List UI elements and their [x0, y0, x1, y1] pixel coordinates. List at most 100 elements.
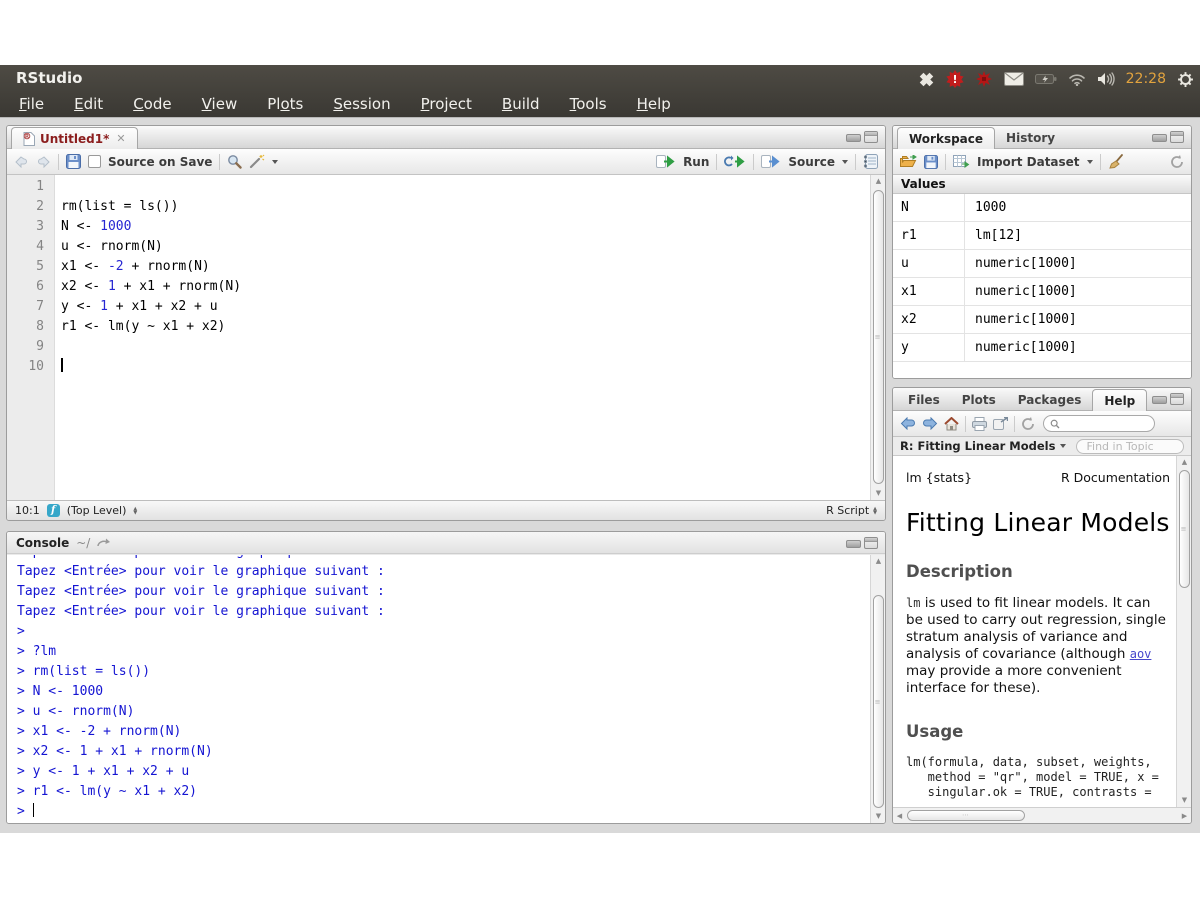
source-toolbar: Source on Save Run Source — [7, 149, 885, 175]
source-statusbar: 10:1 f (Top Level) ▲▼ R Script ▲▼ — [7, 500, 885, 520]
burst-icon[interactable] — [975, 70, 993, 88]
variable-name: x1 — [893, 278, 965, 305]
close-icon[interactable]: ✕ — [116, 132, 125, 145]
tab-packages[interactable]: Packages — [1007, 390, 1093, 410]
wifi-icon[interactable] — [1068, 73, 1086, 86]
save-icon[interactable] — [66, 154, 81, 169]
session-gear-icon[interactable] — [1177, 71, 1194, 88]
help-package-label: lm {stats} — [906, 470, 972, 485]
home-icon[interactable] — [944, 417, 959, 431]
workspace-row[interactable]: ynumeric[1000] — [893, 334, 1191, 362]
battery-icon[interactable] — [1035, 73, 1057, 85]
help-vscrollbar[interactable]: ▲ ≡ ▼ — [1176, 456, 1191, 807]
clear-workspace-broom-icon[interactable] — [1108, 154, 1124, 169]
alert-icon[interactable]: ! — [946, 70, 964, 88]
mail-icon[interactable] — [1004, 72, 1024, 86]
menu-plots[interactable]: Plots — [252, 92, 318, 116]
console-line: Tapez <Entrée> pour voir le graphique su… — [17, 562, 870, 582]
console-line: > — [17, 622, 870, 642]
help-forward-icon[interactable] — [922, 417, 938, 430]
source-file-icon[interactable] — [761, 155, 781, 168]
maximize-pane-icon[interactable] — [864, 131, 878, 143]
menu-view[interactable]: View — [187, 92, 253, 116]
line-number: 6 — [7, 277, 44, 297]
aov-link[interactable]: aov — [1130, 647, 1152, 661]
refresh-icon[interactable] — [1170, 155, 1184, 169]
text-cursor — [61, 358, 63, 372]
variable-value: numeric[1000] — [965, 250, 1077, 277]
import-dataset-icon[interactable] — [953, 155, 970, 168]
save-workspace-icon[interactable] — [924, 155, 938, 169]
goto-directory-icon[interactable] — [97, 538, 111, 548]
line-number: 2 — [7, 197, 44, 217]
maximize-pane-icon[interactable] — [1170, 393, 1184, 405]
indicator-icon[interactable] — [918, 71, 935, 88]
help-hscrollbar[interactable]: ◀ ⋯ ▶ — [893, 807, 1191, 823]
volume-icon[interactable] — [1097, 72, 1115, 86]
source-dropdown-icon[interactable] — [842, 160, 848, 164]
minimize-pane-icon[interactable] — [1152, 131, 1165, 143]
menu-file[interactable]: File — [4, 92, 59, 116]
wand-dropdown-icon[interactable] — [272, 160, 278, 164]
load-workspace-icon[interactable] — [900, 155, 917, 168]
workspace-row[interactable]: unumeric[1000] — [893, 250, 1191, 278]
back-icon[interactable] — [14, 156, 29, 168]
help-toolbar — [893, 411, 1191, 437]
topic-selector[interactable]: R: Fitting Linear Models — [900, 439, 1066, 453]
find-icon[interactable] — [227, 154, 242, 169]
help-refresh-icon[interactable] — [1021, 417, 1035, 431]
tab-history[interactable]: History — [995, 128, 1066, 148]
menu-project[interactable]: Project — [406, 92, 487, 116]
forward-icon[interactable] — [36, 156, 51, 168]
variable-name: x2 — [893, 306, 965, 333]
editor-vscrollbar[interactable]: ▲ ≡ ▼ — [870, 175, 885, 500]
console-line: > — [17, 802, 870, 822]
menu-build[interactable]: Build — [487, 92, 555, 116]
workspace-row[interactable]: x1numeric[1000] — [893, 278, 1191, 306]
print-icon[interactable] — [972, 417, 987, 431]
menu-code[interactable]: Code — [118, 92, 186, 116]
import-dropdown-icon[interactable] — [1087, 160, 1093, 164]
help-search-input[interactable] — [1043, 415, 1155, 432]
tab-help[interactable]: Help — [1092, 389, 1147, 411]
topic-dropdown-icon — [1060, 444, 1066, 448]
workspace-row[interactable]: x2numeric[1000] — [893, 306, 1191, 334]
minimize-pane-icon[interactable] — [1152, 393, 1165, 405]
menu-edit[interactable]: Edit — [59, 92, 118, 116]
tab-untitled1[interactable]: R Untitled1* ✕ — [11, 127, 138, 149]
rerun-icon[interactable] — [724, 155, 746, 168]
tab-workspace[interactable]: Workspace — [897, 127, 995, 149]
workspace-row[interactable]: r1lm[12] — [893, 222, 1191, 250]
source-on-save-checkbox[interactable] — [88, 155, 101, 168]
maximize-pane-icon[interactable] — [1170, 131, 1184, 143]
workspace-row[interactable]: N1000 — [893, 194, 1191, 222]
code-editor[interactable]: 12345678910 rm(list = ls())N <- 1000u <-… — [7, 175, 870, 500]
menu-tools[interactable]: Tools — [555, 92, 622, 116]
minimize-pane-icon[interactable] — [846, 537, 859, 549]
tab-plots[interactable]: Plots — [951, 390, 1007, 410]
menu-help[interactable]: Help — [622, 92, 686, 116]
editor-code[interactable]: rm(list = ls())N <- 1000u <- rnorm(N)x1 … — [55, 175, 870, 500]
minimize-pane-icon[interactable] — [846, 131, 859, 143]
code-tools-wand-icon[interactable] — [249, 154, 265, 169]
scope-label[interactable]: (Top Level) — [67, 504, 127, 517]
line-number: 4 — [7, 237, 44, 257]
file-type-label[interactable]: R Script — [826, 504, 869, 517]
maximize-pane-icon[interactable] — [864, 537, 878, 549]
console-vscrollbar[interactable]: ▲ ≡ ▼ — [870, 555, 885, 823]
console-output[interactable]: Tapez <Entrée> pour voir le graphique su… — [7, 555, 870, 823]
clock[interactable]: 22:28 — [1126, 71, 1166, 87]
run-icon[interactable] — [656, 155, 676, 168]
open-in-new-window-icon[interactable] — [993, 417, 1008, 430]
compile-notebook-icon[interactable] — [863, 154, 878, 169]
help-back-icon[interactable] — [900, 417, 916, 430]
console-titlebar: Console ~/ — [7, 532, 885, 554]
import-dataset-button[interactable]: Import Dataset — [977, 155, 1080, 169]
find-in-topic-input[interactable]: Find in Topic — [1076, 439, 1184, 454]
editor-gutter: 12345678910 — [7, 175, 55, 500]
source-button[interactable]: Source — [788, 155, 835, 169]
variable-value: 1000 — [965, 194, 1006, 221]
menu-session[interactable]: Session — [318, 92, 405, 116]
run-button[interactable]: Run — [683, 155, 709, 169]
tab-files[interactable]: Files — [897, 390, 951, 410]
